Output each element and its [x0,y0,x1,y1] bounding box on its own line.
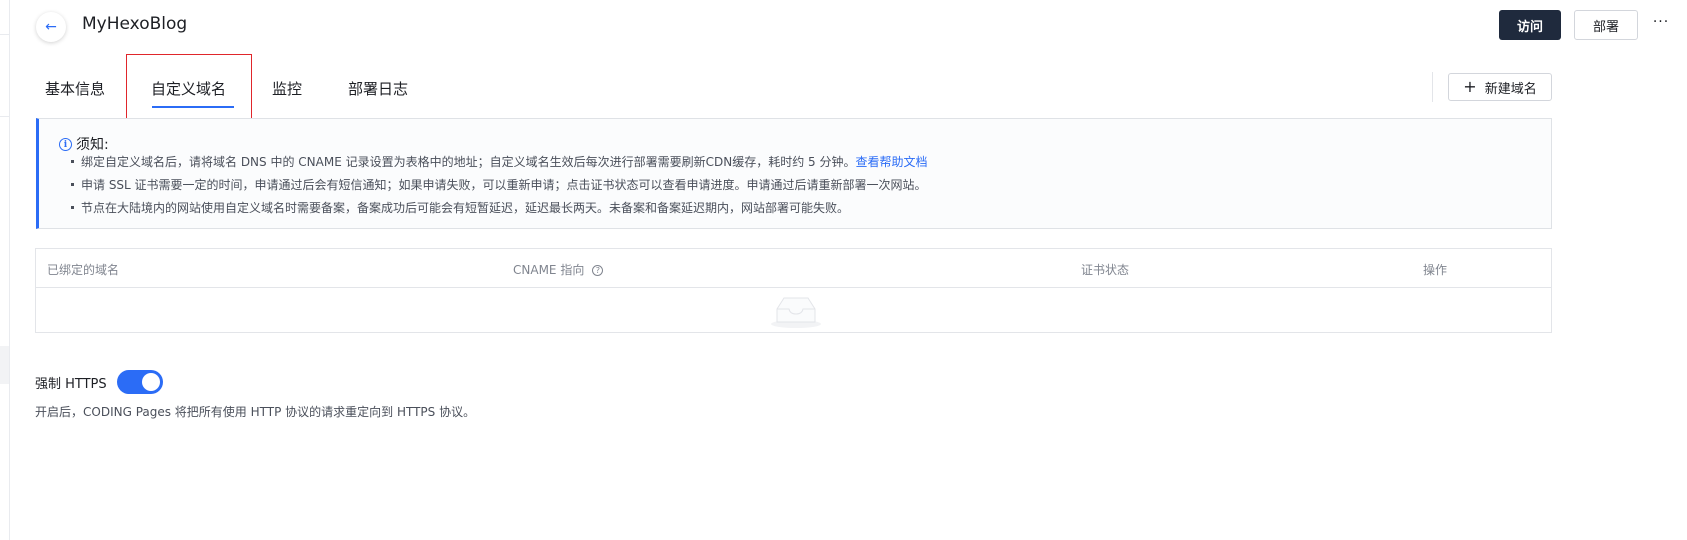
page-header: ← MyHexoBlog 访问 部署 ··· [36,8,1687,48]
column-header-cname: CNAME 指向? [513,261,604,278]
visit-button[interactable]: 访问 [1499,10,1561,40]
domain-table: 已绑定的域名 CNAME 指向? 证书状态 操作 [35,248,1552,333]
left-sidebar-strip [0,0,10,540]
plus-icon: + [1463,77,1477,96]
bullet-icon [71,205,74,209]
toolbar-divider [1432,72,1433,102]
arrow-left-icon: ← [45,19,57,35]
new-domain-button[interactable]: + 新建域名 [1448,73,1552,101]
tab-deploy-log[interactable]: 部署日志 [348,78,408,99]
notice-item: 绑定自定义域名后，请将域名 DNS 中的 CNAME 记录设置为表格中的地址；自… [71,153,927,170]
page-title: MyHexoBlog [82,14,188,34]
help-docs-link[interactable]: 查看帮助文档 [855,155,927,169]
notice-title: 须知: [76,137,109,153]
table-header: 已绑定的域名 CNAME 指向? 证书状态 操作 [36,249,1551,288]
notice-item-text: 绑定自定义域名后，请将域名 DNS 中的 CNAME 记录设置为表格中的地址；自… [81,155,856,169]
question-icon[interactable]: ? [592,265,604,276]
info-icon: i [59,138,72,151]
notice-panel: i 须知: 绑定自定义域名后，请将域名 DNS 中的 CNAME 记录设置为表格… [36,118,1552,229]
notice-item: 节点在大陆境内的网站使用自定义域名时需要备案，备案成功后可能会有短暂延迟，延迟最… [71,199,849,216]
sidebar-divider [0,34,9,35]
toggle-knob [142,373,160,391]
notice-item-text: 节点在大陆境内的网站使用自定义域名时需要备案，备案成功后可能会有短暂延迟，延迟最… [81,201,850,215]
sidebar-selected-item[interactable] [0,346,9,384]
notice-item: 申请 SSL 证书需要一定的时间，申请通过后会有短信通知；如果申请失败，可以重新… [71,176,927,193]
notice-item-text: 申请 SSL 证书需要一定的时间，申请通过后会有短信通知；如果申请失败，可以重新… [81,178,927,192]
column-header-actions: 操作 [1423,263,1448,277]
force-https-label: 强制 HTTPS [35,377,107,392]
force-https-toggle[interactable] [117,370,163,394]
column-header-domain: 已绑定的域名 [47,263,120,277]
column-header-cert-status: 证书状态 [1081,263,1130,277]
deploy-button[interactable]: 部署 [1574,10,1638,40]
tab-monitoring[interactable]: 监控 [272,78,302,99]
force-https-description: 开启后，CODING Pages 将把所有使用 HTTP 协议的请求重定向到 H… [35,405,476,419]
highlight-annotation-box [126,54,252,126]
column-header-cname-label: CNAME 指向 [513,263,585,277]
sidebar-divider [0,116,9,117]
tab-basic-info[interactable]: 基本信息 [45,78,105,99]
new-domain-label: 新建域名 [1484,81,1537,97]
empty-inbox-icon [771,297,821,328]
back-button[interactable]: ← [36,12,66,42]
more-options-icon[interactable]: ··· [1650,14,1672,36]
bullet-icon [71,182,74,186]
bullet-icon [71,159,74,163]
